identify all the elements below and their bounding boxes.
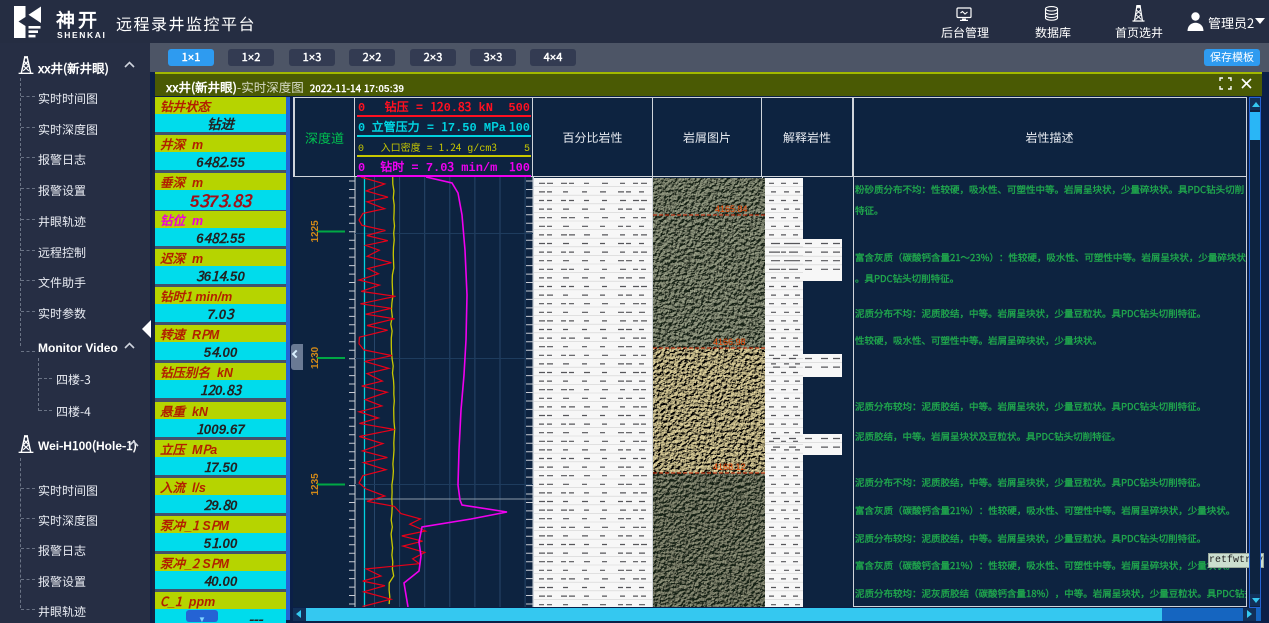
svg-text:4168.12: 4168.12 xyxy=(713,462,746,472)
svg-text:1225: 1225 xyxy=(310,220,321,243)
svg-text:1235: 1235 xyxy=(310,473,321,496)
svg-text:4166.98: 4166.98 xyxy=(713,337,746,347)
svg-text:1230: 1230 xyxy=(310,346,321,369)
svg-text:4165.84: 4165.84 xyxy=(715,204,748,214)
